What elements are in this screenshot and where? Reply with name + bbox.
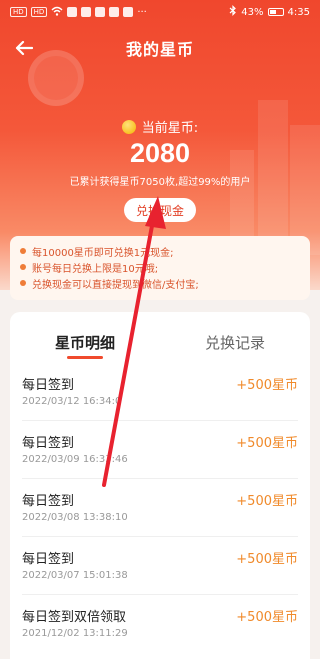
record-amount: +500星币 [236, 552, 298, 567]
record-row: 每日签到 2022/03/07 15:01:38 +500星币 [22, 548, 298, 606]
rule-text: 每10000星币即可兑换1元现金; [32, 247, 174, 259]
tab-bar: 星币明细 兑换记录 [10, 312, 310, 370]
clock: 4:35 [287, 6, 310, 18]
record-amount: +500星币 [236, 378, 298, 393]
record-date: 2022/03/12 16:34:0 [22, 396, 122, 407]
battery-percent: 43% [241, 6, 264, 18]
rule-text: 账号每日兑换上限是10元哦; [32, 263, 159, 275]
coin-summary-text: 已累计获得星币7050枚,超过99%的用户 [69, 177, 251, 188]
tab-exchange-records[interactable]: 兑换记录 [160, 312, 310, 370]
navigation-bar: 我的星币 [0, 30, 320, 66]
more-dots-icon: ··· [137, 6, 147, 18]
record-title: 每日签到 [22, 378, 75, 393]
coin-balance: 2080 [129, 138, 191, 168]
app-notification-icon [109, 7, 120, 17]
record-row: 每日签到 2022/03/12 16:34:0 +500星币 [22, 374, 298, 432]
app-notification-icon [123, 7, 134, 17]
back-button[interactable] [12, 36, 36, 60]
page-title: 我的星币 [125, 40, 194, 59]
exchange-cash-button[interactable]: 兑换现金 [124, 198, 196, 222]
record-title: 每日签到 [22, 552, 75, 567]
network-chip: HD [10, 7, 27, 17]
status-left: HD HD ··· [10, 6, 147, 19]
bullet-icon [20, 280, 26, 286]
app-notification-icon [95, 7, 106, 17]
divider [22, 536, 298, 537]
coin-label-row: 当前星币: [0, 117, 320, 136]
divider [22, 478, 298, 479]
rules-box: 每10000星币即可兑换1元现金; 账号每日兑换上限是10元哦; 兑换现金可以直… [10, 236, 310, 300]
bullet-icon [20, 264, 26, 270]
record-date: 2022/03/08 13:38:10 [22, 512, 128, 523]
record-date: 2022/03/07 15:01:38 [22, 570, 128, 581]
divider [22, 594, 298, 595]
record-row: 每日签到双倍领取 2021/12/02 13:11:29 +500星币 [22, 606, 298, 659]
record-amount: +500星币 [236, 610, 298, 625]
record-amount: +500星币 [236, 436, 298, 451]
tab-coin-details[interactable]: 星币明细 [10, 312, 160, 370]
battery-icon [267, 8, 284, 16]
back-arrow-icon [15, 40, 33, 56]
rule-item: 账号每日兑换上限是10元哦; [20, 259, 300, 275]
records-panel: 星币明细 兑换记录 每日签到 2022/03/12 16:34:0 +500星币… [10, 312, 310, 659]
wifi-icon [51, 6, 63, 19]
record-title: 每日签到 [22, 494, 75, 509]
bullet-icon [20, 248, 26, 254]
rule-text: 兑换现金可以直接提现到微信/支付宝; [32, 279, 199, 291]
record-row: 每日签到 2022/03/09 16:33:46 +500星币 [22, 432, 298, 490]
coin-icon [121, 119, 136, 134]
record-title: 每日签到双倍领取 [22, 610, 127, 625]
record-amount: +500星币 [236, 494, 298, 509]
bluetooth-icon [229, 5, 237, 19]
record-date: 2021/12/02 13:11:29 [22, 628, 128, 639]
rule-item: 每10000星币即可兑换1元现金; [20, 243, 300, 259]
status-right: 43% 4:35 [229, 5, 310, 19]
status-bar: HD HD ··· 43% 4:35 [0, 0, 320, 24]
record-date: 2022/03/09 16:33:46 [22, 454, 128, 465]
tab-indicator [67, 356, 103, 359]
network-chip: HD [30, 7, 48, 17]
divider [22, 420, 298, 421]
record-title: 每日签到 [22, 436, 75, 451]
rule-item: 兑换现金可以直接提现到微信/支付宝; [20, 275, 300, 291]
app-notification-icon [67, 7, 78, 17]
record-row: 每日签到 2022/03/08 13:38:10 +500星币 [22, 490, 298, 548]
app-notification-icon [81, 7, 92, 17]
coin-label: 当前星币: [141, 121, 199, 136]
